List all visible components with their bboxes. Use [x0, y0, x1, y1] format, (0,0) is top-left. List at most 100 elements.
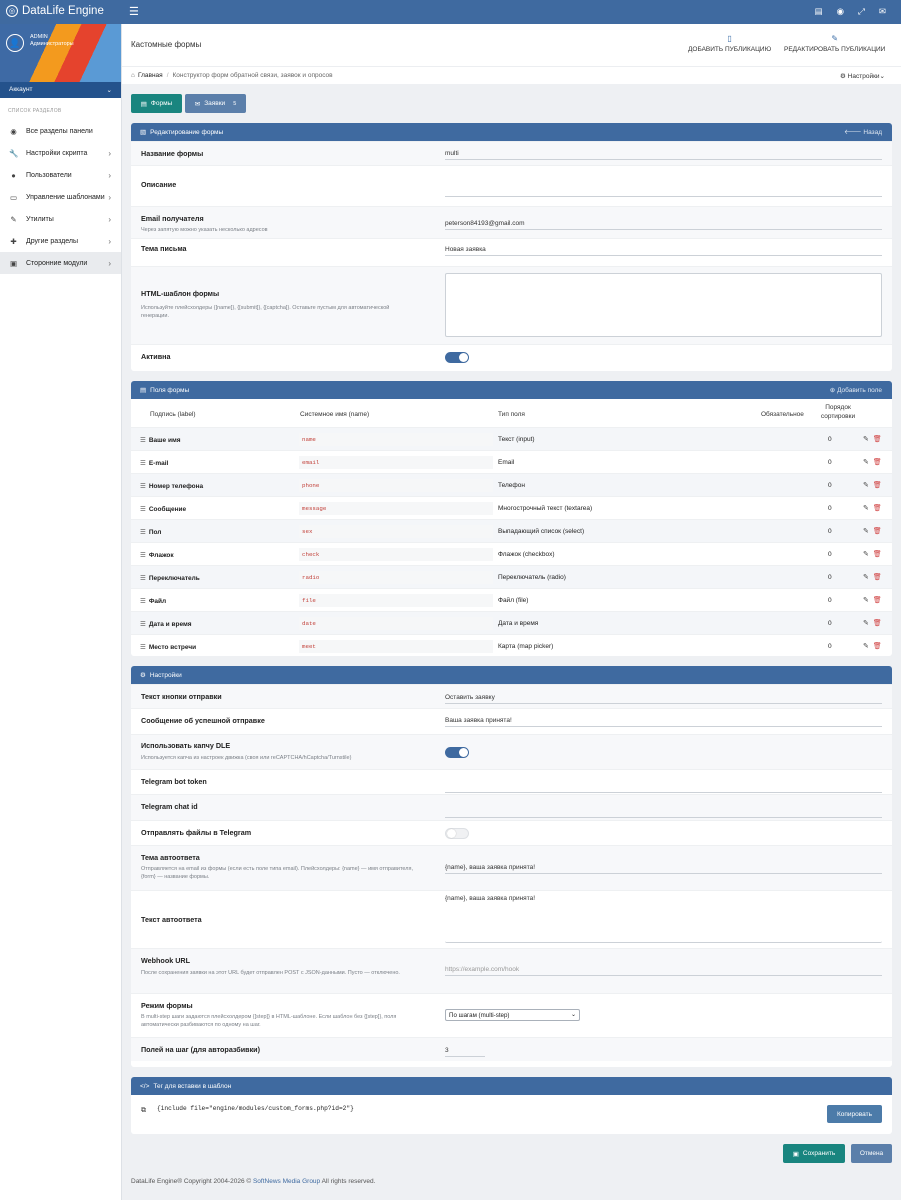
edit-icon[interactable]: ✎ — [863, 458, 869, 466]
user-role: Администраторы — [30, 41, 74, 47]
form-mode-value: По шагам (multi-step) — [449, 1012, 510, 1019]
success-message-input[interactable]: Ваша заявка принята! — [445, 717, 882, 727]
col-sort-line1: Порядок — [825, 404, 851, 411]
trash-icon[interactable]: 🗑 — [873, 481, 882, 489]
drag-handle-icon[interactable]: ☰ — [140, 621, 146, 628]
trash-icon[interactable]: 🗑 — [873, 504, 882, 512]
edit-icon[interactable]: ✎ — [863, 527, 869, 535]
trash-icon[interactable]: 🗑 — [873, 550, 882, 558]
drag-handle-icon[interactable]: ☰ — [140, 529, 146, 536]
mail-icon[interactable]: ✉ — [879, 6, 886, 17]
sidebar: 👤 ADMIN Администраторы Аккаунт ⌄ СПИСОК РА… — [0, 24, 122, 1200]
drag-handle-icon[interactable]: ☰ — [140, 437, 146, 444]
trash-icon[interactable]: 🗑 — [873, 527, 882, 535]
edit-icon[interactable]: ✎ — [863, 481, 869, 489]
sidebar-item-other[interactable]: ✚ Другие разделы › — [0, 230, 121, 252]
chevron-right-icon: › — [108, 236, 111, 246]
field-sort: 0 — [828, 436, 832, 443]
sidebar-item-templates[interactable]: ▭ Управление шаблонами › — [0, 186, 121, 208]
sidebar-item-settings[interactable]: 🔧 Настройки скрипта › — [0, 142, 121, 164]
field-sort: 0 — [828, 643, 832, 650]
description-input[interactable] — [445, 180, 882, 197]
edit-icon[interactable]: ✎ — [863, 550, 869, 558]
email-subject-input[interactable]: Новая заявка — [445, 246, 882, 256]
autoreply-text-textarea[interactable]: {name}, ваша заявка принята! — [445, 895, 882, 943]
autoreply-subject-input[interactable]: {name}, ваша заявка принята! — [445, 864, 882, 874]
tab-forms[interactable]: ▤ Формы — [131, 94, 182, 113]
edit-icon[interactable]: ✎ — [863, 504, 869, 512]
trash-icon[interactable]: 🗑 — [873, 573, 882, 581]
col-type: Тип поля — [498, 411, 525, 418]
edit-icon[interactable]: ✎ — [863, 573, 869, 581]
drag-handle-icon[interactable]: ☰ — [140, 460, 146, 467]
add-field-button[interactable]: ⊕ Добавить поле — [830, 386, 882, 394]
breadcrumb-current: Конструктор форм обратной связи, заявок … — [172, 72, 333, 79]
drag-handle-icon[interactable]: ☰ — [140, 644, 146, 651]
trash-icon[interactable]: 🗑 — [873, 458, 882, 466]
telegram-token-input[interactable] — [445, 780, 882, 793]
fields-per-step-input[interactable]: 3 — [445, 1047, 485, 1057]
field-system-name: radio — [299, 571, 493, 584]
active-toggle[interactable] — [445, 352, 469, 363]
home-icon: ⌂ — [131, 72, 135, 79]
trash-icon[interactable]: 🗑 — [873, 435, 882, 443]
field-system-name: phone — [299, 479, 493, 492]
avatar[interactable]: 👤 — [6, 34, 24, 52]
form-name-input[interactable]: multi — [445, 150, 882, 160]
field-label: Файл — [148, 598, 167, 605]
footer-rights: All rights reserved. — [320, 1178, 376, 1185]
sidebar-item-all[interactable]: ◉ Все разделы панели — [0, 120, 121, 142]
cancel-button[interactable]: Отмена — [851, 1144, 892, 1163]
breadcrumb-home[interactable]: Главная — [138, 72, 163, 79]
trash-icon[interactable]: 🗑 — [873, 642, 882, 650]
drag-handle-icon[interactable]: ☰ — [140, 552, 146, 559]
captcha-toggle[interactable] — [445, 747, 469, 758]
form-mode-select[interactable]: По шагам (multi-step) ⌄ — [445, 1009, 580, 1021]
edit-publications-button[interactable]: ✎ РЕДАКТИРОВАТЬ ПУБЛИКАЦИИ — [784, 34, 885, 53]
edit-icon[interactable]: ✎ — [863, 435, 869, 443]
list-icon: ▤ — [140, 387, 147, 394]
recipient-email-input[interactable]: peterson84193@gmail.com — [445, 220, 882, 230]
edit-icon[interactable]: ✎ — [863, 596, 869, 604]
sidebar-item-utils[interactable]: ✎ Утилиты › — [0, 208, 121, 230]
language-icon[interactable]: ▤ — [815, 6, 823, 17]
field-type: Карта (map picker) — [498, 643, 554, 650]
add-publication-button[interactable]: ▯ ДОБАВИТЬ ПУБЛИКАЦИЮ — [688, 34, 771, 53]
trash-icon[interactable]: 🗑 — [873, 619, 882, 627]
back-button[interactable]: 🡐 Назад — [844, 128, 882, 136]
field-system-name: message — [299, 502, 493, 515]
webhook-input[interactable]: https://example.com/hook — [445, 966, 882, 976]
submit-text-input[interactable]: Оставить заявку — [445, 694, 882, 704]
table-row: ☰ Пол sex Выпадающий список (select) 0 ✎ 🗑 — [131, 519, 892, 542]
copy-button[interactable]: Копировать — [827, 1105, 882, 1123]
fullscreen-icon[interactable]: ⤢ — [858, 6, 865, 17]
field-system-name: file — [299, 594, 493, 607]
drag-handle-icon[interactable]: ☰ — [140, 506, 146, 513]
trash-icon[interactable]: 🗑 — [873, 596, 882, 604]
drag-handle-icon[interactable]: ☰ — [140, 598, 146, 605]
autoreply-text-label: Текст автоответа — [141, 915, 202, 924]
window-icon: ▣ — [9, 258, 18, 268]
edit-icon[interactable]: ✎ — [863, 642, 869, 650]
footer-link[interactable]: SoftNews Media Group — [253, 1178, 320, 1185]
drag-handle-icon[interactable]: ☰ — [140, 483, 146, 490]
sidebar-item-modules[interactable]: ▣ Сторонние модули › — [0, 252, 121, 274]
telegram-files-toggle[interactable] — [445, 828, 469, 839]
wrench-icon: 🔧 — [9, 148, 19, 158]
col-required: Обязательное — [761, 411, 804, 418]
template-tag-code[interactable]: {include file="engine/modules/custom_for… — [157, 1105, 354, 1112]
save-button[interactable]: ▣ Сохранить — [783, 1144, 845, 1163]
app-logo[interactable]: ◎ DataLife Engine — [6, 5, 104, 17]
gear-icon: ⚙ — [140, 672, 146, 679]
html-template-textarea[interactable] — [445, 273, 882, 337]
menu-toggle-icon[interactable]: ☰ — [129, 5, 139, 18]
globe-icon[interactable]: ◉ — [837, 6, 844, 17]
settings-dropdown[interactable]: ⚙ Настройки⌄ — [840, 72, 885, 80]
form-mode-label: Режим формы — [141, 1001, 193, 1010]
telegram-chat-input[interactable] — [445, 805, 882, 818]
tab-requests[interactable]: ✉ Заявки 5 — [185, 94, 246, 113]
drag-handle-icon[interactable]: ☰ — [140, 575, 146, 582]
sidebar-item-users[interactable]: ● Пользователи › — [0, 164, 121, 186]
edit-icon[interactable]: ✎ — [863, 619, 869, 627]
account-dropdown[interactable]: Аккаунт ⌄ — [0, 82, 121, 98]
